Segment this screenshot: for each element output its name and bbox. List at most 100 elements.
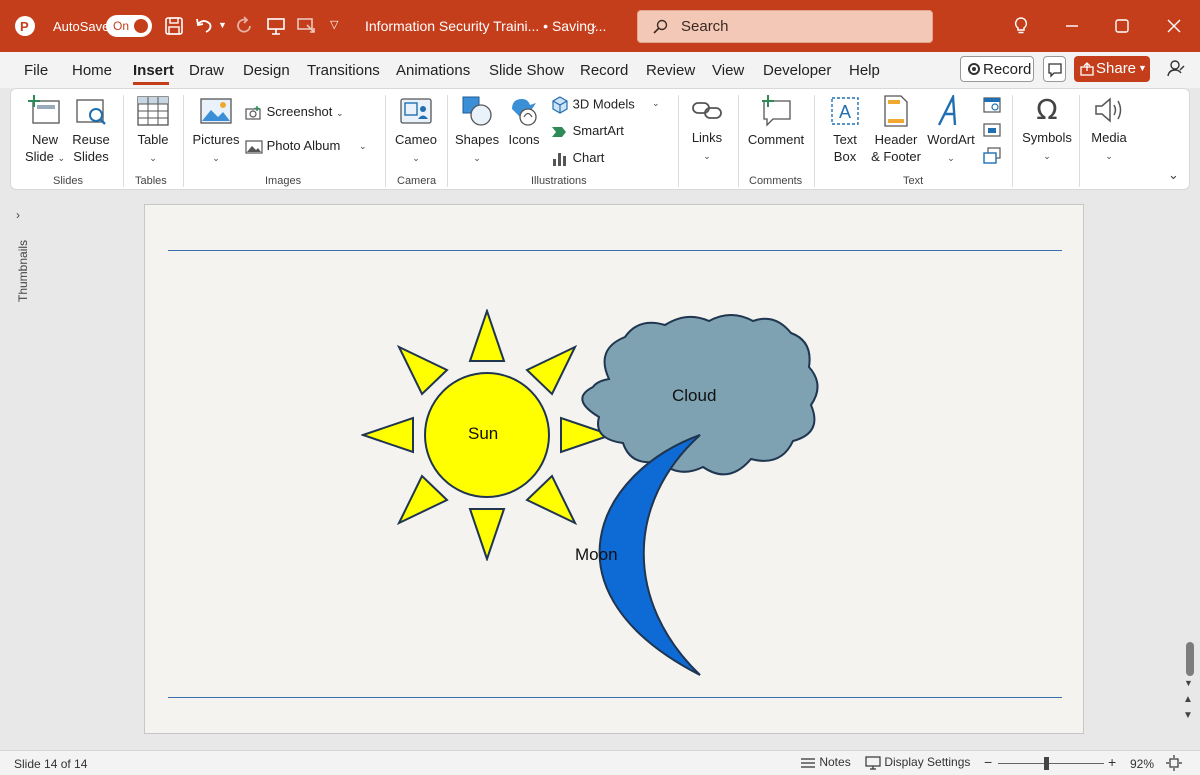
header-footer-button[interactable]: Header & Footer [869, 95, 923, 165]
media-button[interactable]: Media ⌄ [1087, 95, 1131, 165]
tab-insert[interactable]: Insert [133, 62, 174, 79]
table-icon [137, 95, 169, 127]
wordart-button[interactable]: WordArt ⌄ [925, 95, 977, 167]
tab-design[interactable]: Design [243, 62, 290, 79]
sun-ray [468, 508, 506, 561]
undo-icon[interactable] [194, 16, 216, 38]
tab-view[interactable]: View [712, 62, 744, 79]
present-from-beginning-icon[interactable] [266, 16, 288, 38]
omega-icon: Ω [1036, 93, 1058, 126]
wordart-dropdown-icon: ⌄ [947, 153, 955, 163]
reuse-slides-button[interactable]: Reuse Slides [71, 95, 111, 165]
pictures-button[interactable]: Pictures ⌄ [191, 95, 241, 167]
share-button[interactable]: Share ▼ [1074, 56, 1150, 82]
display-settings-icon [865, 756, 881, 770]
text-box-icon: A [829, 95, 861, 127]
coauthor-icon[interactable] [1166, 58, 1186, 78]
3d-models-label: 3D Models [572, 96, 635, 112]
expand-thumbnails-icon[interactable]: › [16, 208, 20, 222]
3d-models-button[interactable]: 3D Models [551, 96, 635, 114]
search-box[interactable]: Search [637, 10, 933, 43]
comment-button[interactable]: Comment [745, 95, 807, 148]
thumbnails-label[interactable]: Thumbnails [16, 240, 30, 302]
maximize-icon[interactable] [1112, 16, 1134, 38]
screenshot-button[interactable]: Screenshot ⌄ [245, 104, 344, 121]
ribbon-separator [183, 95, 184, 187]
links-button[interactable]: Links ⌄ [687, 95, 727, 165]
photo-album-button[interactable]: Photo Album [245, 138, 340, 155]
tab-transitions[interactable]: Transitions [307, 62, 380, 79]
undo-dropdown-icon[interactable]: ▼ [218, 20, 227, 30]
active-tab-indicator [133, 82, 169, 85]
customize-qat-icon[interactable]: ▽ [330, 18, 338, 31]
cameo-icon [400, 95, 432, 127]
slide-number-icon[interactable] [983, 121, 1001, 139]
photo-album-icon [245, 139, 263, 155]
zoom-in-icon[interactable]: + [1108, 754, 1116, 770]
zoom-out-icon[interactable]: − [984, 754, 992, 770]
zoom-level[interactable]: 92% [1130, 757, 1154, 771]
wordart-label: WordArt [927, 132, 975, 147]
svg-text:P: P [20, 19, 29, 34]
3d-models-dropdown-icon[interactable]: ⌄ [652, 98, 660, 109]
tab-file[interactable]: File [24, 62, 48, 79]
vertical-scrollbar[interactable]: ▼ ▲ ▼ [1180, 192, 1200, 748]
icons-button[interactable]: Icons [505, 95, 543, 148]
text-box-button[interactable]: A Text Box [823, 95, 867, 165]
table-button[interactable]: Table ⌄ [133, 95, 173, 167]
present-from-current-icon[interactable] [296, 16, 318, 38]
lightbulb-icon[interactable] [1011, 16, 1033, 38]
tab-record[interactable]: Record [580, 62, 628, 79]
previous-slide-icon[interactable]: ▲ [1183, 694, 1193, 705]
tab-home[interactable]: Home [72, 62, 112, 79]
reuse-slides-label-2: Slides [73, 149, 109, 164]
ribbon-separator [678, 95, 679, 187]
pictures-label: Pictures [192, 132, 240, 147]
tab-review[interactable]: Review [646, 62, 695, 79]
ribbon-collapse-icon[interactable]: ⌄ [1168, 167, 1179, 183]
fit-to-window-icon[interactable] [1166, 755, 1182, 771]
smartart-label: SmartArt [572, 123, 624, 138]
redo-icon[interactable] [234, 16, 256, 38]
symbols-dropdown-icon: ⌄ [1043, 151, 1051, 161]
tab-help[interactable]: Help [849, 62, 880, 79]
tab-developer[interactable]: Developer [763, 62, 831, 79]
notes-button[interactable]: Notes [800, 755, 851, 770]
zoom-slider[interactable] [998, 763, 1104, 764]
document-title[interactable]: Information Security Traini... • Saving.… [365, 18, 606, 34]
media-label: Media [1091, 130, 1127, 145]
sun-label: Sun [468, 424, 499, 443]
date-time-icon[interactable] [983, 95, 1001, 113]
new-slide-button[interactable]: New Slide ⌄ [23, 95, 67, 167]
title-dropdown-icon[interactable]: ⌄ [590, 20, 598, 31]
object-icon[interactable] [983, 147, 1001, 165]
screenshot-label: Screenshot [266, 104, 333, 119]
cameo-button[interactable]: Cameo ⌄ [393, 95, 439, 167]
scroll-down-icon[interactable]: ▼ [1184, 678, 1193, 688]
new-slide-icon [28, 95, 62, 127]
minimize-icon[interactable] [1062, 16, 1084, 38]
close-icon[interactable] [1164, 16, 1186, 38]
smartart-button[interactable]: SmartArt [551, 123, 624, 140]
autosave-toggle[interactable]: On [106, 15, 152, 37]
chart-button[interactable]: Chart [551, 150, 604, 167]
tab-draw[interactable]: Draw [189, 62, 224, 79]
next-slide-icon[interactable]: ▼ [1183, 710, 1193, 721]
comments-button[interactable] [1043, 56, 1066, 82]
record-button[interactable]: Record [960, 56, 1034, 82]
zoom-slider-thumb[interactable] [1044, 757, 1049, 770]
notes-label: Notes [819, 755, 851, 769]
screenshot-icon [245, 105, 263, 121]
display-settings-button[interactable]: Display Settings [865, 755, 970, 770]
slide[interactable]: Sun Cloud Moon [144, 204, 1084, 734]
cameo-label: Cameo [395, 132, 437, 147]
scrollbar-thumb[interactable] [1186, 642, 1194, 676]
symbols-button[interactable]: Ω Symbols ⌄ [1019, 95, 1075, 165]
shapes-button[interactable]: Shapes ⌄ [455, 95, 499, 167]
slide-counter[interactable]: Slide 14 of 14 [14, 757, 87, 771]
shapes-label: Shapes [455, 132, 500, 147]
tab-slide-show[interactable]: Slide Show [489, 62, 564, 79]
save-icon[interactable] [164, 16, 186, 38]
tab-animations[interactable]: Animations [396, 62, 470, 79]
photo-album-dropdown-icon[interactable]: ⌄ [359, 141, 367, 152]
